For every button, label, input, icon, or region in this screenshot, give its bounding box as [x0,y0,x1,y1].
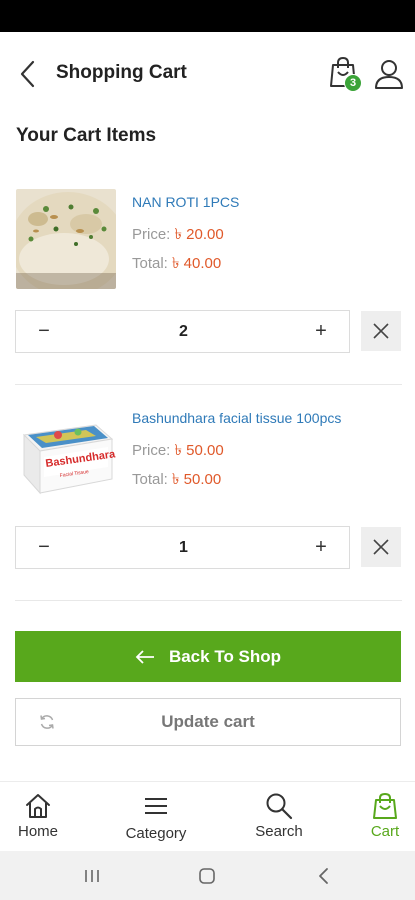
nav-home-label: Home [17,823,58,840]
nav-search[interactable]: Search [246,782,312,852]
cart-item: Bashundhara Facial Tissue Bashundhara fa… [0,405,415,615]
update-cart-label: Update cart [161,712,255,731]
cart-count-badge: 3 [344,74,362,92]
back-to-shop-button[interactable]: Back To Shop [15,631,401,682]
refresh-icon [40,715,54,729]
price-label: Price: [132,442,171,459]
page-title: Shopping Cart [56,62,187,83]
unit-price: Price: ৳ 50.00 [132,439,224,464]
profile-button[interactable] [374,58,404,92]
product-image[interactable] [16,189,116,289]
quantity-value[interactable]: 2 [72,311,295,352]
arrow-left-icon [135,649,154,664]
total-label: Total: [132,255,168,272]
increase-quantity-button[interactable]: + [293,311,349,352]
quantity-stepper: − 2 + [15,310,350,353]
nav-category[interactable]: Category [116,782,196,852]
remove-item-button[interactable] [361,527,401,567]
product-name-link[interactable]: NAN ROTI 1PCS [132,194,239,210]
menu-icon [141,792,171,820]
app-header: Shopping Cart 3 [0,32,415,116]
remove-item-button[interactable] [361,311,401,351]
recent-apps-icon [85,870,99,882]
total-value: ৳ 50.00 [172,471,222,488]
decrease-quantity-button[interactable]: − [16,311,72,352]
bottom-navigation: Home Category Search Cart [0,781,415,851]
close-icon [373,539,389,555]
product-name-link[interactable]: Bashundhara facial tissue 100pcs [132,410,341,426]
nav-search-label: Search [255,823,303,840]
item-divider [15,384,402,385]
decrease-quantity-button[interactable]: − [16,527,72,568]
status-bar [0,0,415,32]
back-system-button[interactable] [309,863,339,889]
total-label: Total: [132,471,168,488]
system-navigation-bar [0,851,415,900]
back-chevron-icon [319,868,328,884]
nav-cart-label: Cart [370,823,400,840]
chevron-left-icon [20,60,35,88]
unit-price: Price: ৳ 20.00 [132,223,224,248]
back-button[interactable] [14,58,42,90]
price-value: ৳ 50.00 [174,442,224,459]
close-icon [373,323,389,339]
price-value: ৳ 20.00 [174,226,224,243]
quantity-value[interactable]: 1 [72,527,295,568]
total-value: ৳ 40.00 [172,255,222,272]
search-icon [264,792,294,820]
home-circle-icon [199,868,215,884]
increase-quantity-button[interactable]: + [293,527,349,568]
item-divider [15,600,402,601]
back-to-shop-label: Back To Shop [168,646,282,666]
cart-icon [370,792,400,820]
update-cart-button[interactable]: Update cart [15,698,401,746]
price-label: Price: [132,226,171,243]
product-image[interactable]: Bashundhara Facial Tissue [16,405,116,505]
user-icon [375,60,403,89]
cart-item: NAN ROTI 1PCS Price: ৳ 20.00 Total: ৳ 40… [0,189,415,399]
cart-items-heading: Your Cart Items [16,125,157,146]
nav-home[interactable]: Home [8,782,68,852]
line-total: Total: ৳ 40.00 [132,252,221,277]
home-icon [23,792,53,820]
quantity-stepper: − 1 + [15,526,350,569]
nav-cart[interactable]: Cart [360,782,410,852]
nav-category-label: Category [125,825,187,842]
home-system-button[interactable] [192,863,222,889]
recent-apps-button[interactable] [77,863,107,889]
line-total: Total: ৳ 50.00 [132,468,221,493]
